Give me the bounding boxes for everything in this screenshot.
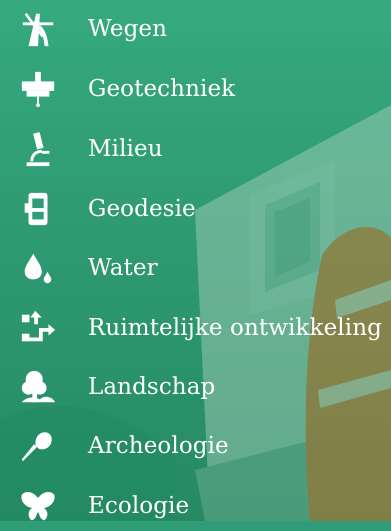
menu-item-wegen[interactable]: Wegen (0, 4, 391, 54)
menu-item-archeologie[interactable]: Archeologie (0, 421, 391, 471)
menu-item-geodesie[interactable]: Geodesie (0, 184, 391, 234)
water-drops-icon (18, 248, 58, 288)
total-station-icon (18, 189, 58, 229)
drill-rig-icon (18, 69, 58, 109)
spatial-arrows-icon (18, 308, 58, 348)
tree-icon (18, 367, 58, 407)
menu-item-label: Ruimtelijke ontwikkeling (88, 314, 382, 341)
menu-item-label: Geotechniek (88, 75, 236, 102)
menu-item-ecologie[interactable]: Ecologie (0, 481, 391, 531)
menu-item-label: Milieu (88, 135, 163, 162)
menu-item-label: Archeologie (88, 432, 229, 459)
butterfly-icon (18, 486, 58, 526)
menu-item-label: Water (88, 254, 158, 281)
menu-item-ruimtelijke-ontwikkeling[interactable]: Ruimtelijke ontwikkeling (0, 303, 391, 353)
menu-item-label: Landschap (88, 373, 216, 400)
service-menu: Wegen Geotechniek Milieu Geodesie Water … (0, 0, 391, 521)
menu-item-label: Ecologie (88, 492, 190, 519)
trowel-icon (18, 426, 58, 466)
menu-item-geotechniek[interactable]: Geotechniek (0, 64, 391, 114)
microscope-icon (18, 129, 58, 169)
menu-item-label: Geodesie (88, 195, 196, 222)
menu-item-water[interactable]: Water (0, 243, 391, 293)
menu-item-milieu[interactable]: Milieu (0, 124, 391, 174)
road-icon (18, 9, 58, 49)
menu-item-landschap[interactable]: Landschap (0, 362, 391, 412)
menu-item-label: Wegen (88, 15, 168, 42)
